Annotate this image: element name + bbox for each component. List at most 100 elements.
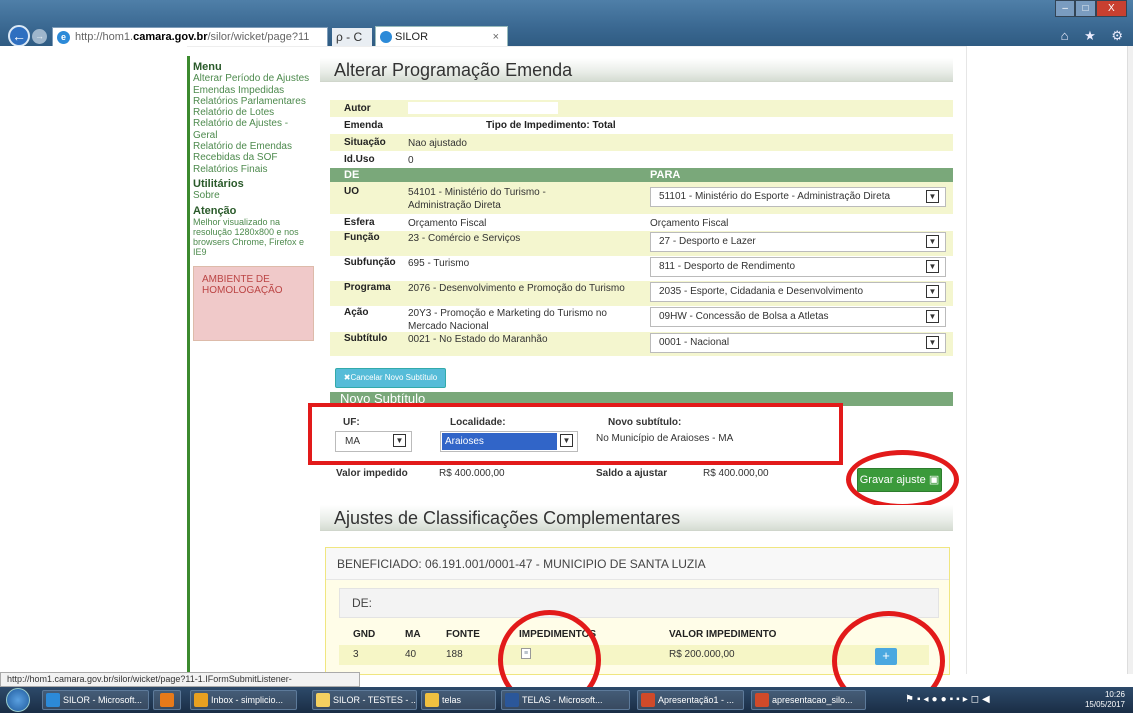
uo-para-select[interactable]: 51101 - Ministério do Esporte - Administ…	[650, 187, 946, 207]
clock[interactable]: 10:26 15/05/2017	[1085, 690, 1125, 710]
funcao-label: Função	[344, 232, 380, 243]
esfera-row: Esfera Orçamento Fiscal Orçamento Fiscal	[330, 214, 953, 231]
tab-title: SILOR	[395, 31, 429, 43]
saldo-label: Saldo a ajustar	[596, 468, 668, 479]
emenda-label: Emenda	[344, 120, 383, 131]
col-ma: MA	[405, 629, 421, 640]
browser-chrome: ← → e http://hom1.camara.gov.br/silor/wic…	[0, 0, 1133, 47]
browser-tab[interactable]: SILOR ×	[375, 26, 508, 47]
subtitulo-label: Subtítulo	[344, 333, 388, 344]
situacao-row: Situação Nao ajustado	[330, 134, 953, 151]
taskbar-label: SILOR - TESTES - ...	[333, 695, 417, 705]
ie-icon: e	[57, 31, 70, 44]
de-para-header: DE PARA	[330, 168, 953, 182]
de-header: DE	[344, 169, 360, 181]
autor-label: Autor	[344, 103, 371, 114]
folder-icon	[425, 693, 439, 707]
autor-row: Autor	[330, 100, 953, 117]
scrollbar[interactable]	[1127, 46, 1133, 674]
subtitulo-de: 0021 - No Estado do Maranhão	[408, 334, 548, 345]
cell-fonte: 188	[446, 649, 463, 660]
taskbar-label: TELAS - Microsoft...	[522, 695, 603, 705]
minimize-button[interactable]: –	[1055, 0, 1076, 17]
taskbar-item-inbox[interactable]: Inbox - simplicio...	[190, 690, 297, 710]
ajustes-title: Ajustes de Classificações Complementares	[320, 505, 953, 531]
atencao-text: Melhor visualizado na resolução 1280x800…	[193, 216, 305, 257]
url-suffix: /silor/wicket/page?11	[207, 31, 310, 43]
sidebar-item-alterar-periodo[interactable]: Alterar Período de Ajustes	[193, 73, 315, 84]
address-controls[interactable]: ρ - C	[332, 28, 372, 46]
iduso-label: Id.Uso	[344, 154, 375, 165]
cell-gnd: 3	[353, 649, 359, 660]
taskbar-label: SILOR - Microsoft...	[63, 695, 143, 705]
sidebar: Menu Alterar Período de Ajustes Emendas …	[193, 61, 315, 341]
sidebar-item-relatorio-emendas[interactable]: Relatório de Emendas Recebidas da SOF	[193, 141, 315, 164]
sidebar-border	[187, 56, 190, 686]
address-bar[interactable]: e http://hom1.camara.gov.br/silor/wicket/…	[52, 27, 328, 47]
close-button[interactable]: X	[1095, 0, 1127, 17]
powerpoint-icon	[755, 693, 769, 707]
taskbar-item-apresentacao1[interactable]: Apresentação1 - ...	[637, 690, 744, 710]
sidebar-item-relatorios-finais[interactable]: Relatórios Finais	[193, 164, 315, 175]
subfuncao-para-select[interactable]: 811 - Desporto de Rendimento ▼	[650, 257, 946, 277]
toolbar-icons[interactable]: ⌂ ★ ⚙	[1061, 28, 1129, 44]
tray-icons[interactable]: ⚑▪◂●●▪▪▸◻◀	[905, 694, 993, 705]
taskbar-item-apresentacao-silo[interactable]: apresentacao_silo...	[751, 690, 866, 710]
chevron-down-icon: ▼	[926, 310, 939, 323]
uo-row: UO 54101 - Ministério do Turismo - Admin…	[330, 182, 953, 214]
sidebar-item-relatorios-parlamentares[interactable]: Relatórios Parlamentares	[193, 96, 315, 107]
para-header: PARA	[650, 169, 681, 181]
subtitulo-para-select[interactable]: 0001 - Nacional ▼	[650, 333, 946, 353]
sidebar-item-emendas-impedidas[interactable]: Emendas Impedidas	[193, 85, 315, 96]
clock-time: 10:26	[1104, 690, 1125, 699]
start-button[interactable]	[6, 688, 30, 712]
sidebar-item-relatorio-lotes[interactable]: Relatório de Lotes	[193, 107, 315, 118]
right-divider	[966, 46, 967, 674]
saldo-value: R$ 400.000,00	[703, 468, 769, 479]
iduso-row: Id.Uso 0	[330, 151, 953, 168]
programa-row: Programa 2076 - Desenvolvimento e Promoç…	[330, 281, 953, 306]
situacao-label: Situação	[344, 137, 386, 148]
tab-favicon-icon	[380, 31, 392, 43]
tipo-impedimento: Tipo de Impedimento: Total	[486, 120, 616, 131]
col-valor-impedimento: VALOR IMPEDIMENTO	[669, 629, 777, 640]
powerpoint-icon	[641, 693, 655, 707]
outlook-icon	[194, 693, 208, 707]
maximize-button[interactable]: □	[1075, 0, 1096, 17]
back-button[interactable]: ←	[8, 25, 30, 47]
highlight-rectangle	[308, 403, 843, 465]
menu-title: Menu	[193, 61, 222, 73]
taskbar-item-word[interactable]: TELAS - Microsoft...	[501, 690, 630, 710]
taskbar-item-silor[interactable]: SILOR - Microsoft...	[42, 690, 149, 710]
situacao-value: Nao ajustado	[408, 138, 467, 149]
autor-value	[408, 102, 558, 114]
url-domain: camara.gov.br	[133, 31, 208, 43]
utilitarios-title: Utilitários	[193, 177, 244, 190]
iduso-value: 0	[408, 155, 414, 166]
taskbar-label: apresentacao_silo...	[772, 695, 853, 705]
subtitulo-para-value: 0001 - Nacional	[659, 337, 730, 348]
programa-para-select[interactable]: 2035 - Esporte, Cidadania e Desenvolvime…	[650, 282, 946, 302]
uo-de: 54101 - Ministério do Turismo - Administ…	[408, 187, 546, 211]
chevron-down-icon: ▼	[926, 260, 939, 273]
col-gnd: GND	[353, 629, 376, 640]
chevron-down-icon: ▼	[926, 336, 939, 349]
funcao-para-select[interactable]: 27 - Desporto e Lazer ▼	[650, 232, 946, 252]
taskbar-item-media[interactable]	[153, 690, 181, 710]
beneficiado-header: BENEFICIADO: 06.191.001/0001-47 - MUNICI…	[326, 548, 949, 580]
tab-close-icon[interactable]: ×	[493, 27, 499, 47]
subfuncao-de: 695 - Turismo	[408, 258, 470, 269]
window-buttons: – □ X	[1055, 0, 1127, 17]
esfera-de: Orçamento Fiscal	[408, 218, 487, 229]
cancelar-novo-subtitulo-button[interactable]: ✖Cancelar Novo Subtítulo	[335, 368, 446, 388]
sidebar-item-sobre[interactable]: Sobre	[193, 190, 315, 201]
funcao-de: 23 - Comércio e Serviços	[408, 233, 521, 244]
chevron-down-icon: ▼	[926, 285, 939, 298]
taskbar-item-telas[interactable]: telas	[421, 690, 496, 710]
taskbar-item-silor-testes[interactable]: SILOR - TESTES - ...	[312, 690, 417, 710]
forward-button[interactable]: →	[32, 29, 47, 44]
uo-label: UO	[344, 186, 359, 197]
sidebar-item-relatorio-ajustes[interactable]: Relatório de Ajustes - Geral	[193, 118, 315, 141]
clock-date: 15/05/2017	[1084, 700, 1125, 709]
acao-para-select[interactable]: 09HW - Concessão de Bolsa a Atletas ▼	[650, 307, 946, 327]
